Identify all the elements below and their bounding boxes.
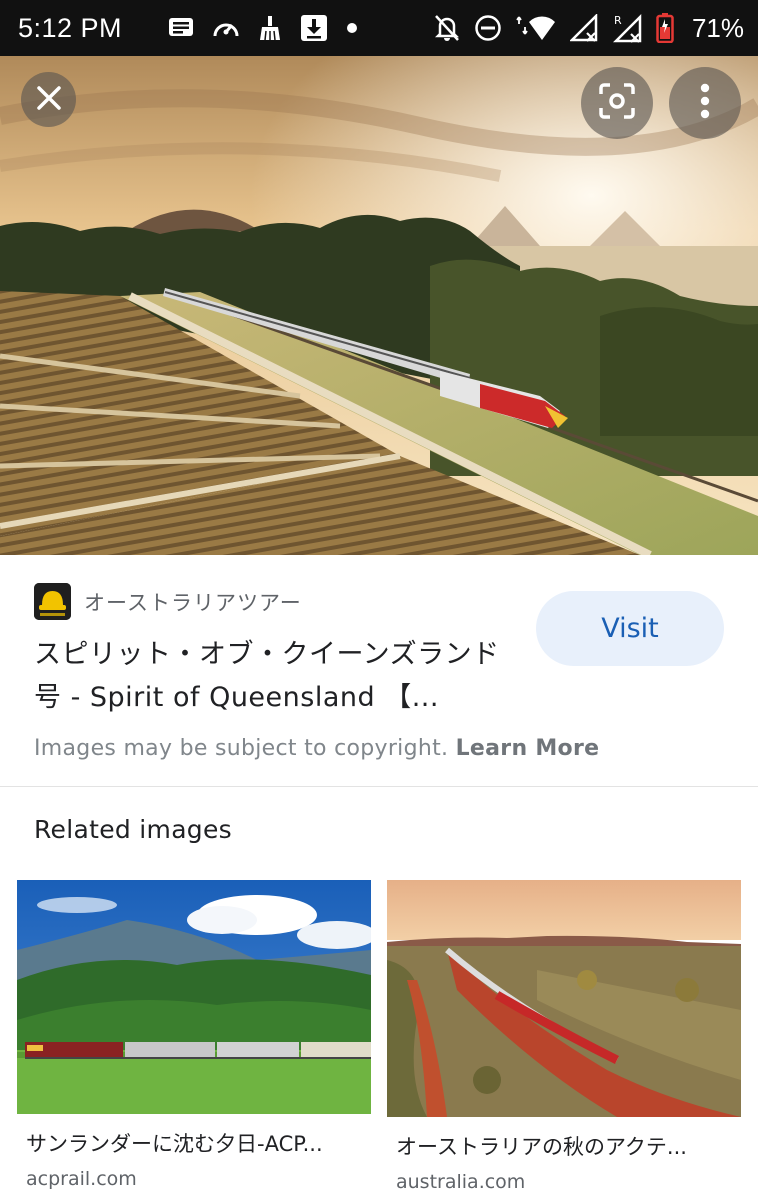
status-time: 5:12 PM bbox=[18, 12, 123, 43]
download-icon bbox=[300, 14, 328, 42]
related-domain: australia.com bbox=[396, 1171, 526, 1193]
svg-text:R: R bbox=[614, 14, 622, 27]
copyright-notice: Images may be subject to copyright. Lear… bbox=[34, 736, 599, 761]
related-domain: acprail.com bbox=[26, 1168, 137, 1190]
dot-icon bbox=[346, 22, 358, 34]
do-not-disturb-icon bbox=[474, 14, 502, 42]
copyright-text: Images may be subject to copyright. bbox=[34, 736, 449, 761]
wifi-icon bbox=[516, 14, 556, 42]
status-system-icons: R 71% bbox=[434, 13, 744, 44]
signal-icon bbox=[569, 14, 598, 42]
source-row[interactable]: オーストラリアツアー bbox=[34, 583, 302, 620]
learn-more-link[interactable]: Learn More bbox=[456, 736, 600, 761]
section-divider bbox=[0, 786, 758, 787]
battery-percent: 71% bbox=[691, 12, 744, 43]
status-notification-icons bbox=[168, 14, 358, 42]
close-button[interactable] bbox=[21, 72, 76, 127]
battery-icon bbox=[656, 13, 674, 43]
result-title[interactable]: スピリット・オブ・クイーンズランド号 - Spirit of Queenslan… bbox=[34, 633, 514, 719]
visit-button[interactable]: Visit bbox=[536, 591, 724, 666]
result-info-panel: オーストラリアツアー スピリット・オブ・クイーンズランド号 - Spirit o… bbox=[0, 555, 758, 787]
more-vert-icon bbox=[700, 83, 710, 123]
related-image-card[interactable]: オーストラリアの秋のアクテ... australia.com bbox=[387, 880, 741, 1193]
related-title[interactable]: オーストラリアの秋のアクテ... bbox=[396, 1131, 736, 1161]
related-title[interactable]: サンランダーに沈む夕日-ACP... bbox=[26, 1128, 366, 1158]
more-options-button[interactable] bbox=[669, 67, 741, 139]
status-bar: 5:12 PM R 71% bbox=[0, 0, 758, 56]
source-logo-icon bbox=[34, 583, 71, 620]
related-thumbnail[interactable] bbox=[17, 880, 371, 1114]
bell-off-icon bbox=[434, 14, 460, 42]
lens-button[interactable] bbox=[581, 67, 653, 139]
image-viewer-screen: 5:12 PM R 71% オーストラリアツアー スピリット・オブ・クイーンズラ… bbox=[0, 0, 758, 1200]
lens-icon bbox=[598, 82, 636, 124]
speedometer-icon bbox=[212, 16, 240, 40]
source-name: オーストラリアツアー bbox=[84, 590, 302, 615]
signal-roaming-icon: R bbox=[612, 13, 642, 43]
close-icon bbox=[36, 85, 62, 115]
main-image[interactable] bbox=[0, 56, 758, 555]
related-images-heading: Related images bbox=[34, 815, 232, 844]
related-thumbnail[interactable] bbox=[387, 880, 741, 1117]
broom-icon bbox=[258, 15, 282, 41]
related-image-card[interactable]: サンランダーに沈む夕日-ACP... acprail.com bbox=[17, 880, 371, 1190]
message-icon bbox=[168, 17, 194, 39]
